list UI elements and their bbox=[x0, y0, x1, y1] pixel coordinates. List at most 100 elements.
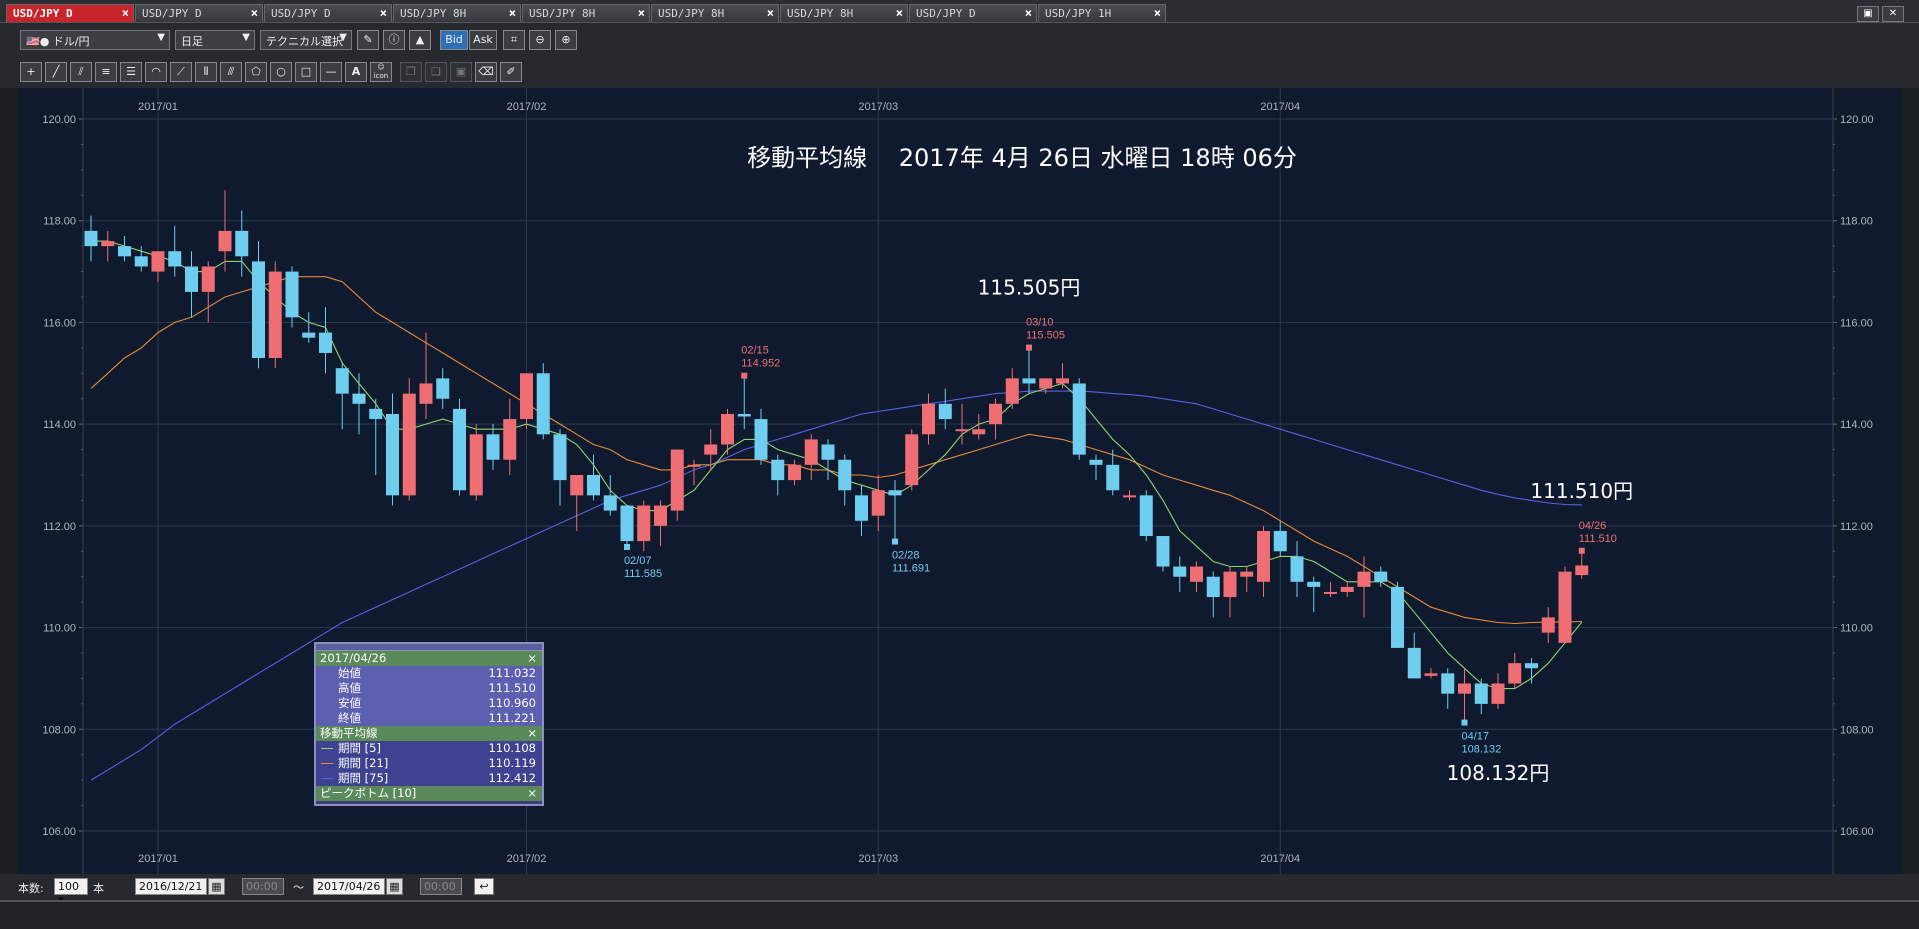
crosshair-icon[interactable]: + bbox=[20, 62, 42, 82]
smiley-icon: ☺ bbox=[377, 63, 385, 71]
tab-5[interactable]: USD/JPY 8H × bbox=[651, 4, 779, 22]
tab-2[interactable]: USD/JPY D × bbox=[264, 4, 392, 22]
close-label: 終値 bbox=[338, 711, 361, 725]
peak-price-label: 111.510 bbox=[1579, 533, 1617, 545]
chart-settings-icon[interactable]: ⌗ bbox=[503, 30, 525, 50]
hline-icon[interactable]: — bbox=[320, 62, 342, 82]
chevron-down-icon: ▼ bbox=[242, 32, 250, 43]
text-tool-button[interactable]: A bbox=[345, 62, 367, 82]
y-tick-label-right: 120.00 bbox=[1840, 114, 1874, 126]
pentagon-icon[interactable]: ⬠ bbox=[245, 62, 267, 82]
candle-body bbox=[1240, 571, 1254, 577]
close-icon[interactable]: × bbox=[122, 6, 129, 20]
candle-body bbox=[536, 373, 550, 435]
tab-4[interactable]: USD/JPY 8H × bbox=[522, 4, 650, 22]
tab-3[interactable]: USD/JPY 8H × bbox=[393, 4, 521, 22]
tab-1[interactable]: USD/JPY D × bbox=[135, 4, 263, 22]
close-icon[interactable]: × bbox=[380, 6, 387, 20]
candle-body bbox=[469, 434, 483, 496]
refresh-icon[interactable]: ↩ bbox=[474, 878, 494, 895]
x-tick-label-bottom: 2017/02 bbox=[507, 853, 547, 865]
high-label: 高値 bbox=[338, 681, 361, 695]
technical-select-value: テクニカル選択 bbox=[266, 35, 343, 48]
vertical-lines-icon[interactable]: ⦀ bbox=[195, 62, 217, 82]
ma5-value: 110.108 bbox=[488, 741, 536, 755]
technical-select[interactable]: テクニカル選択 ▼ bbox=[260, 30, 352, 50]
info-icon[interactable]: ⓘ bbox=[383, 30, 405, 50]
end-date-input[interactable]: 2017/04/26 bbox=[313, 878, 385, 895]
ask-button[interactable]: Ask bbox=[469, 30, 497, 50]
close-icon[interactable]: × bbox=[1154, 6, 1161, 20]
close-icon[interactable]: × bbox=[638, 6, 645, 20]
close-icon[interactable]: × bbox=[527, 726, 537, 741]
bottom-date-label: 04/17 bbox=[1462, 731, 1490, 743]
candle-body bbox=[386, 413, 399, 496]
bid-button[interactable]: Bid bbox=[440, 30, 468, 50]
start-time-input[interactable]: 00:00 bbox=[242, 878, 284, 895]
symbol-select[interactable]: 🇺🇸● ドル/円 ▼ bbox=[20, 30, 170, 50]
peak-bottom-marker bbox=[1578, 547, 1585, 554]
icon-tool-button[interactable]: ☺ icon bbox=[370, 62, 392, 82]
paste-icon[interactable]: ❏ bbox=[425, 62, 447, 82]
period-select[interactable]: 日足 ▼ bbox=[175, 30, 255, 50]
data-window-grip[interactable] bbox=[316, 644, 542, 651]
low-label: 安値 bbox=[338, 696, 361, 710]
y-tick-label-right: 116.00 bbox=[1840, 317, 1873, 329]
fan-icon[interactable]: ⟋ bbox=[170, 62, 192, 82]
status-bar bbox=[0, 900, 1919, 929]
ma-row-5: 期間 [5] 110.108 bbox=[316, 741, 542, 756]
candle-body bbox=[1089, 459, 1103, 465]
circle-icon[interactable]: ○ bbox=[270, 62, 292, 82]
peak-date-label: 03/10 bbox=[1026, 317, 1054, 329]
close-icon[interactable]: × bbox=[527, 651, 537, 666]
peak-bottom-title: ピークボトム [10] bbox=[320, 786, 417, 800]
candle-body bbox=[218, 230, 232, 252]
end-time-input[interactable]: 00:00 bbox=[420, 878, 462, 895]
rectangle-icon[interactable]: □ bbox=[295, 62, 317, 82]
eraser-all-icon[interactable]: ✐ bbox=[500, 62, 522, 82]
trendline-icon[interactable]: ╱ bbox=[45, 62, 67, 82]
chart-panel[interactable]: 120.00 120.00 118.00 118.00 116.00 116.00 114.… bbox=[18, 88, 1902, 874]
arc-icon[interactable]: ◠ bbox=[145, 62, 167, 82]
calendar-icon[interactable]: ▦ bbox=[208, 878, 225, 895]
area-chart-icon[interactable]: ▲ bbox=[409, 30, 431, 50]
candle-body bbox=[1005, 378, 1019, 404]
calendar-icon[interactable]: ▦ bbox=[386, 878, 403, 895]
candlestick-chart[interactable]: 120.00 120.00 118.00 118.00 116.00 116.00 114.… bbox=[18, 88, 1902, 874]
y-tick-label-right: 110.00 bbox=[1840, 623, 1873, 635]
zoom-in-icon[interactable]: ⊕ bbox=[555, 30, 577, 50]
tab-8[interactable]: USD/JPY 1H × bbox=[1038, 4, 1166, 22]
tab-7[interactable]: USD/JPY D × bbox=[909, 4, 1037, 22]
close-icon[interactable]: × bbox=[251, 6, 258, 20]
y-tick-label-left: 118.00 bbox=[43, 216, 76, 228]
start-date-input[interactable]: 2016/12/21 bbox=[135, 878, 207, 895]
close-icon[interactable]: × bbox=[896, 6, 903, 20]
eraser-icon[interactable]: ⌫ bbox=[475, 62, 497, 82]
tab-6[interactable]: USD/JPY 8H × bbox=[780, 4, 908, 22]
close-icon[interactable]: × bbox=[527, 786, 537, 801]
horizontal-lines-icon[interactable]: ≡ bbox=[95, 62, 117, 82]
range-bar: 本数: 100 ▾ 本 2016/12/21 ▦ 00:00 〜 2017/04… bbox=[0, 874, 1919, 906]
close-window-button[interactable]: ✕ bbox=[1882, 6, 1904, 22]
close-icon[interactable]: × bbox=[767, 6, 774, 20]
close-icon[interactable]: × bbox=[509, 6, 516, 20]
candle-body bbox=[771, 459, 785, 481]
data-window[interactable]: 2017/04/26 × 始値 111.032 高値 111.510 安値 110.9… bbox=[314, 642, 544, 806]
ohlc-row-high: 高値 111.510 bbox=[316, 681, 542, 696]
chevron-down-icon: ▼ bbox=[339, 32, 347, 43]
pitchfork-icon[interactable]: ⫻ bbox=[220, 62, 242, 82]
maximize-button[interactable]: ▣ bbox=[1857, 6, 1879, 22]
layer-icon[interactable]: ▣ bbox=[450, 62, 472, 82]
fibonacci-icon[interactable]: ☰ bbox=[120, 62, 142, 82]
count-unit: 本 bbox=[93, 882, 104, 895]
zoom-out-icon[interactable]: ⊖ bbox=[529, 30, 551, 50]
channel-icon[interactable]: ⫽ bbox=[70, 62, 92, 82]
candle-body bbox=[905, 434, 919, 486]
copy-icon[interactable]: ❐ bbox=[400, 62, 422, 82]
close-icon[interactable]: × bbox=[1025, 6, 1032, 20]
ohlc-row-open: 始値 111.032 bbox=[316, 666, 542, 681]
candle-body bbox=[319, 332, 332, 353]
tab-0[interactable]: USD/JPY D × bbox=[6, 4, 134, 22]
count-input[interactable]: 100 ▾ bbox=[54, 878, 88, 906]
pen-icon[interactable]: ✎ bbox=[357, 30, 379, 50]
